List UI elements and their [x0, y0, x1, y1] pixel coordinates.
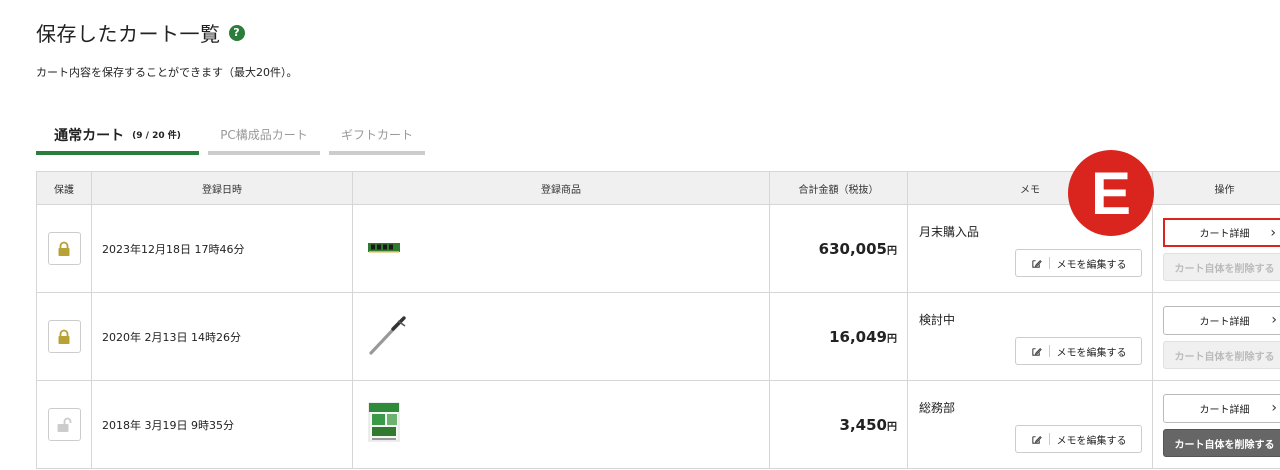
lock-toggle-button[interactable]	[47, 408, 81, 441]
row-memo: 総務部	[919, 401, 956, 415]
row-price: 3,450	[839, 415, 887, 434]
row-memo: 月末購入品	[919, 225, 980, 239]
page-subtitle: カート内容を保存することができます（最大20件）。	[36, 66, 298, 79]
lock-icon	[58, 241, 70, 256]
tab-pc-cart[interactable]: PC構成品カート	[208, 118, 320, 155]
cart-detail-label: カート詳細	[1199, 317, 1250, 328]
cart-detail-button[interactable]: カート詳細 ›	[1163, 394, 1280, 423]
unlock-icon	[57, 417, 72, 432]
pen-image[interactable]	[367, 313, 411, 357]
header-product: 登録商品	[352, 171, 770, 205]
lock-toggle-button[interactable]	[47, 232, 81, 265]
edit-memo-button[interactable]: メモを編集する	[1015, 337, 1142, 365]
cart-detail-button[interactable]: カート詳細 ›	[1163, 306, 1280, 335]
delete-cart-button[interactable]: カート自体を削除する	[1163, 253, 1280, 281]
edit-icon	[1031, 259, 1042, 268]
tab-label: ギフトカート	[340, 128, 413, 142]
row-price: 630,005	[818, 239, 887, 258]
price-unit: 円	[887, 245, 897, 257]
cart-detail-label: カート詳細	[1199, 405, 1250, 416]
row-date: 2023年12月18日 17時46分	[91, 204, 353, 293]
row-price: 16,049	[829, 327, 887, 346]
edit-icon	[1031, 347, 1042, 356]
edit-icon	[1031, 435, 1042, 444]
row-date: 2018年 3月19日 9時35分	[91, 380, 353, 469]
edit-memo-button[interactable]: メモを編集する	[1015, 249, 1142, 277]
memory-module-image[interactable]	[367, 239, 401, 255]
cart-detail-label: カート詳細	[1199, 229, 1250, 240]
row-memo: 検討中	[919, 313, 956, 327]
divider	[1048, 345, 1050, 357]
price-unit: 円	[887, 333, 897, 345]
lock-toggle-button[interactable]	[47, 320, 81, 353]
edit-memo-label: メモを編集する	[1056, 259, 1127, 271]
delete-cart-button[interactable]: カート自体を削除する	[1163, 429, 1280, 457]
cart-tabs: 通常カート (9 / 20 件) PC構成品カート ギフトカート	[36, 118, 434, 155]
edit-memo-label: メモを編集する	[1056, 435, 1127, 447]
tab-count: (9 / 20 件)	[132, 131, 181, 141]
tab-gift-cart[interactable]: ギフトカート	[329, 118, 425, 155]
header-date: 登録日時	[91, 171, 353, 205]
help-icon[interactable]: ?	[228, 24, 245, 41]
chevron-right-icon: ›	[1270, 225, 1276, 241]
annotation-badge: E	[1068, 150, 1154, 236]
product-package-image[interactable]	[367, 401, 401, 445]
tab-label: PC構成品カート	[220, 128, 308, 142]
header-ops: 操作	[1152, 171, 1280, 205]
divider	[1048, 433, 1050, 445]
edit-memo-label: メモを編集する	[1056, 347, 1127, 359]
tab-label: 通常カート	[54, 127, 125, 144]
lock-icon	[58, 329, 70, 344]
divider	[1048, 257, 1050, 269]
table-row: 2020年 2月13日 14時26分 16,049円 検討中 メモを編集する カ…	[36, 292, 1280, 381]
chevron-right-icon: ›	[1271, 312, 1277, 328]
header-total: 合計金額（税抜）	[769, 171, 908, 205]
tab-normal-cart[interactable]: 通常カート (9 / 20 件)	[36, 118, 199, 155]
header-protect: 保護	[36, 171, 92, 205]
page-header: 保存したカート一覧 ?	[36, 18, 245, 47]
row-date: 2020年 2月13日 14時26分	[91, 292, 353, 381]
edit-memo-button[interactable]: メモを編集する	[1015, 425, 1142, 453]
chevron-right-icon: ›	[1271, 400, 1277, 416]
table-row: 2018年 3月19日 9時35分 3,450円 総務部 メモを編集する カート…	[36, 380, 1280, 469]
price-unit: 円	[887, 421, 897, 433]
page-title: 保存したカート一覧	[36, 22, 221, 46]
delete-cart-button[interactable]: カート自体を削除する	[1163, 341, 1280, 369]
cart-detail-button[interactable]: カート詳細 ›	[1163, 218, 1280, 247]
